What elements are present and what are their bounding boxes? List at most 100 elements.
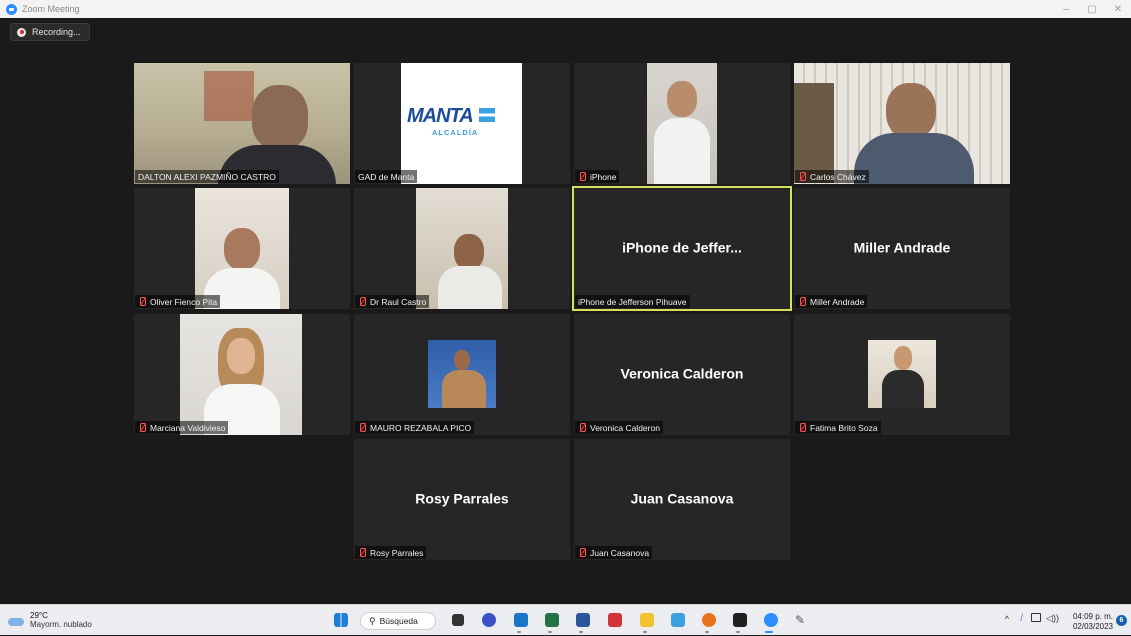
video-tile-rosy[interactable]: Rosy Parrales Rosy Parrales	[354, 439, 570, 560]
participant-name-label: Carlos Chávez	[795, 170, 869, 183]
participant-name-label: Veronica Calderon	[575, 421, 663, 434]
participant-name-label: Juan Casanova	[575, 546, 653, 559]
video-tile-juan[interactable]: Juan Casanova Juan Casanova	[574, 439, 790, 560]
video-tile-gad-manta[interactable]: MANTA ALCALDÍA GAD de Manta	[354, 63, 570, 184]
close-button[interactable]: ✕	[1105, 0, 1131, 18]
search-icon: ⚲	[369, 615, 376, 626]
participant-name-label: Dr Raul Castro	[355, 295, 430, 308]
video-tile-marciana[interactable]: Marciana Valdivieso	[134, 314, 350, 435]
chevron-up-icon[interactable]: ^	[1005, 614, 1009, 624]
participant-name-label: MAURO REZABALA PICO	[355, 421, 475, 434]
taskbar-clock[interactable]: 04:09 p. m. 02/03/2023	[1073, 612, 1113, 632]
bookshelf	[794, 83, 834, 183]
video-tile-mauro[interactable]: MAURO REZABALA PICO	[354, 314, 570, 435]
muted-mic-icon	[138, 422, 147, 433]
weather-description: Mayorm. nublado	[30, 620, 92, 629]
zoom-app-icon[interactable]	[764, 613, 778, 627]
photos-icon[interactable]	[671, 613, 685, 627]
person-face	[454, 234, 484, 270]
video-tile-miller[interactable]: Miller Andrade Miller Andrade	[794, 188, 1010, 309]
person-body	[882, 370, 924, 408]
network-app-icon[interactable]	[576, 613, 590, 627]
participant-name-label: iPhone de Jefferson Pihuave	[575, 295, 690, 308]
muted-mic-icon	[358, 547, 367, 558]
participant-name: iPhone	[590, 171, 617, 182]
clock-date: 02/03/2023	[1072, 622, 1113, 631]
person-body	[654, 118, 710, 184]
video-tile-oliver[interactable]: Oliver Fienco Pita	[134, 188, 350, 309]
pen-icon[interactable]: /	[1020, 613, 1023, 624]
video-tile-iphone[interactable]: iPhone	[574, 63, 790, 184]
running-indicator	[579, 631, 583, 633]
teams-chat-icon[interactable]	[482, 613, 496, 627]
video-tile-veronica[interactable]: Veronica Calderon Veronica Calderon	[574, 314, 790, 435]
taskbar-search[interactable]: ⚲ Búsqueda	[360, 612, 436, 630]
muted-mic-icon	[798, 296, 807, 307]
video-tile-carlos[interactable]: Carlos Chávez	[794, 63, 1010, 184]
window-titlebar: Zoom Meeting – ▢ ✕	[0, 0, 1131, 18]
meeting-gallery: Recording... DALTON ALEXI PAZMIÑO CASTRO…	[0, 18, 1131, 604]
participant-name-label: DALTON ALEXI PAZMIÑO CASTRO	[135, 170, 279, 183]
display-icon[interactable]	[1031, 613, 1041, 622]
muted-mic-icon	[578, 547, 587, 558]
participant-name: Oliver Fienco Pita	[150, 296, 218, 307]
terminal-icon[interactable]	[733, 613, 747, 627]
participant-display-name: Veronica Calderon	[620, 364, 744, 381]
participant-name-label: Marciana Valdivieso	[135, 421, 229, 434]
person-body	[442, 370, 486, 408]
muted-mic-icon	[138, 296, 147, 307]
muted-mic-icon	[578, 422, 587, 433]
muted-mic-icon	[358, 422, 367, 433]
participant-display-name: iPhone de Jeffer...	[622, 238, 742, 255]
participant-name: Rosy Parrales	[370, 547, 424, 558]
participant-name: Dr Raul Castro	[370, 296, 427, 307]
participant-name: Carlos Chávez	[810, 171, 866, 182]
file-explorer-icon[interactable]	[640, 613, 654, 627]
start-menu-icon[interactable]	[334, 613, 348, 627]
record-icon	[17, 27, 26, 37]
maximize-button[interactable]: ▢	[1079, 0, 1105, 18]
running-indicator	[736, 631, 740, 633]
weather-temperature: 29°C	[30, 611, 48, 620]
task-view-icon[interactable]	[452, 614, 464, 626]
participant-display-name: Rosy Parrales	[415, 489, 509, 506]
chrome-icon[interactable]	[702, 613, 716, 627]
person-face	[227, 338, 255, 374]
participant-name: Veronica Calderon	[590, 422, 660, 433]
video-tile-raul[interactable]: Dr Raul Castro	[354, 188, 570, 309]
participant-name-label: Miller Andrade	[795, 295, 868, 308]
video-tile-fatima[interactable]: Fatima Brito Soza	[794, 314, 1010, 435]
partly-cloudy-icon	[6, 614, 26, 626]
person-face	[454, 350, 470, 370]
running-indicator	[548, 631, 552, 633]
participant-name: GAD de Manta	[358, 171, 415, 182]
video-tile-jefferson-active-speaker[interactable]: iPhone de Jeffer... iPhone de Jefferson …	[572, 186, 792, 311]
muted-mic-icon	[358, 296, 367, 307]
weather-widget[interactable]: 29°C Mayorm. nublado	[6, 611, 92, 629]
search-label: Búsqueda	[379, 616, 418, 626]
muted-mic-icon	[578, 171, 587, 182]
outlook-icon[interactable]	[514, 613, 528, 627]
notification-badge[interactable]: 6	[1116, 615, 1127, 626]
muted-mic-icon	[798, 422, 807, 433]
active-app-indicator	[765, 631, 773, 633]
participant-name: MAURO REZABALA PICO	[370, 422, 472, 433]
participant-name-label: Rosy Parrales	[355, 546, 427, 559]
media-player-icon[interactable]	[608, 613, 622, 627]
participant-name-label: GAD de Manta	[355, 170, 418, 183]
participant-name: Juan Casanova	[590, 547, 650, 558]
volume-icon[interactable]: ◁))	[1046, 613, 1059, 624]
pen-tool-icon[interactable]: ✎	[795, 613, 809, 627]
video-tile-dalton[interactable]: DALTON ALEXI PAZMIÑO CASTRO	[134, 63, 350, 184]
running-indicator	[517, 631, 521, 633]
calculator-icon[interactable]	[545, 613, 559, 627]
recording-label: Recording...	[32, 27, 81, 37]
person-body	[438, 266, 502, 309]
painting-on-wall	[204, 71, 254, 121]
windows-taskbar: 29°C Mayorm. nublado ⚲ Búsqueda ✎ ^ / ◁)…	[0, 604, 1131, 635]
participant-name: Marciana Valdivieso	[150, 422, 226, 433]
minimize-button[interactable]: –	[1053, 0, 1079, 18]
logo-subtitle: ALCALDÍA	[432, 128, 479, 137]
recording-indicator[interactable]: Recording...	[10, 23, 90, 41]
participant-name: iPhone de Jefferson Pihuave	[578, 296, 687, 307]
